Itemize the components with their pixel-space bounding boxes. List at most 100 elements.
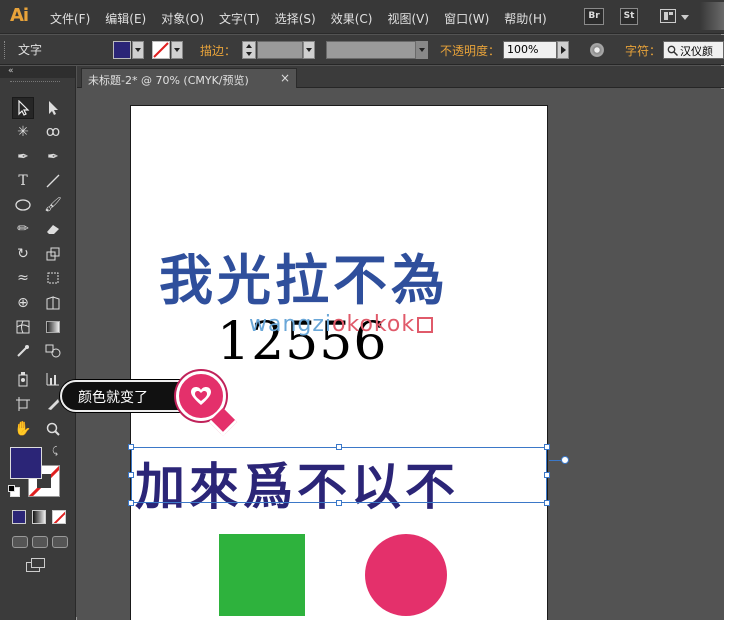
brush-definition-dropdown[interactable] — [416, 41, 428, 59]
stroke-label: 描边： — [200, 44, 237, 58]
mode-label: 文字 — [18, 43, 43, 57]
document-tab[interactable]: 未标题-2* @ 70% (CMYK/预览) × — [81, 68, 297, 88]
pen-tool-icon[interactable]: ✒ — [12, 146, 34, 168]
purple-text-object[interactable]: 加來爲不以不 — [128, 444, 550, 516]
grip-icon — [4, 41, 7, 59]
stroke-stepper[interactable] — [242, 41, 256, 59]
default-colors-icon[interactable] — [8, 485, 20, 497]
swap-colors-icon[interactable]: ⤹ — [52, 446, 58, 457]
opacity-arrow[interactable] — [557, 41, 569, 59]
gradient-mode-button[interactable] — [32, 510, 46, 524]
eyedropper-tool-icon[interactable] — [12, 340, 34, 362]
menu-object[interactable]: 对象(O) — [161, 10, 204, 27]
pencil-tool-icon[interactable]: ✏ — [12, 218, 34, 240]
screen-mode-icon[interactable] — [26, 558, 46, 572]
fill-swatch[interactable] — [113, 41, 131, 59]
stock-button[interactable]: St — [620, 8, 638, 25]
blend-tool-icon[interactable] — [42, 340, 64, 362]
tools-panel-header[interactable]: « — [0, 66, 75, 78]
stroke-weight-field[interactable] — [257, 41, 303, 59]
text-out-port-handle[interactable] — [561, 456, 569, 464]
character-label: 字符： — [625, 44, 662, 58]
resize-handle-t[interactable] — [336, 444, 342, 450]
chevron-down-icon[interactable] — [681, 15, 689, 20]
app-logo: Ai — [10, 5, 29, 26]
window-controls — [700, 2, 724, 30]
selection-tool-icon[interactable] — [12, 97, 34, 119]
line-tool-icon[interactable] — [42, 170, 64, 192]
tools-panel: « ✳ ꝏ ✒ ✒ T 🖌 ✏ ↻ ≈ ⊕ ✋ ⤹ — [0, 66, 76, 620]
control-bar: 文字 描边： 不透明度： 100% 字符： 汉仪颜 — [0, 35, 724, 65]
type-tool-icon[interactable]: T — [12, 170, 34, 192]
text-out-port-line — [549, 460, 561, 461]
scale-tool-icon[interactable] — [42, 243, 64, 265]
workspace-layout-icon[interactable] — [660, 9, 676, 23]
menu-effect[interactable]: 效果(C) — [331, 10, 373, 27]
magic-wand-tool-icon[interactable]: ✳ — [12, 121, 34, 143]
watermark-part-2: okokok — [332, 312, 416, 337]
fill-color-swatch-front[interactable] — [10, 447, 42, 479]
menu-window[interactable]: 窗口(W) — [444, 10, 489, 27]
menu-bar: Ai 文件(F) 编辑(E) 对象(O) 文字(T) 选择(S) 效果(C) 视… — [0, 0, 724, 34]
resize-handle-br[interactable] — [544, 500, 550, 506]
menu-select[interactable]: 选择(S) — [275, 10, 316, 27]
gradient-tool-icon[interactable] — [42, 316, 64, 338]
mesh-tool-icon[interactable] — [12, 316, 34, 338]
resize-handle-b[interactable] — [336, 500, 342, 506]
opacity-input[interactable]: 100% — [503, 41, 557, 59]
zoom-tool-icon[interactable] — [42, 418, 64, 440]
hand-tool-icon[interactable]: ✋ — [12, 418, 34, 440]
lasso-tool-icon[interactable]: ꝏ — [42, 121, 64, 143]
callout-text: 颜色就变了 — [78, 390, 148, 406]
menu-edit[interactable]: 编辑(E) — [105, 10, 146, 27]
symbol-sprayer-tool-icon[interactable] — [12, 368, 34, 390]
menu-help[interactable]: 帮助(H) — [504, 10, 546, 27]
none-mode-button[interactable] — [52, 510, 66, 524]
draw-inside-icon[interactable] — [52, 536, 68, 548]
rotate-tool-icon[interactable]: ↻ — [12, 243, 34, 265]
green-rectangle[interactable] — [219, 534, 305, 616]
blue-text-object[interactable]: 我光拉不為 — [159, 236, 449, 315]
selection-bounding-box — [131, 447, 547, 503]
resize-handle-tl[interactable] — [128, 444, 134, 450]
resize-handle-l[interactable] — [128, 472, 134, 478]
direct-selection-tool-icon[interactable] — [42, 97, 64, 119]
collapse-icon[interactable]: « — [8, 66, 14, 76]
recolor-icon[interactable] — [590, 43, 604, 57]
stroke-weight-dropdown[interactable] — [303, 41, 315, 59]
perspective-grid-tool-icon[interactable] — [42, 292, 64, 314]
draw-behind-icon[interactable] — [32, 536, 48, 548]
stroke-swatch[interactable] — [152, 41, 170, 59]
menu-type[interactable]: 文字(T) — [219, 10, 260, 27]
free-transform-tool-icon[interactable] — [42, 267, 64, 289]
heart-badge — [176, 371, 238, 437]
paintbrush-tool-icon[interactable]: 🖌 — [42, 194, 64, 216]
draw-normal-icon[interactable] — [12, 536, 28, 548]
curvature-tool-icon[interactable]: ✒ — [42, 146, 64, 168]
fill-dropdown[interactable] — [132, 41, 144, 59]
color-mode-button[interactable] — [12, 510, 26, 524]
resize-handle-bl[interactable] — [128, 500, 134, 506]
document-tab-strip: 未标题-2* @ 70% (CMYK/预览) × — [77, 66, 724, 88]
brush-definition-field[interactable] — [326, 41, 416, 59]
eraser-tool-icon[interactable] — [42, 218, 64, 240]
close-icon[interactable]: × — [280, 71, 290, 85]
menu-view[interactable]: 视图(V) — [387, 10, 429, 27]
stroke-dropdown[interactable] — [171, 41, 183, 59]
watermark-logo-icon — [417, 317, 434, 333]
artboard[interactable]: 我光拉不為 12556 wangziokokok 加來爲不以不 — [128, 105, 550, 620]
shape-builder-tool-icon[interactable]: ⊕ — [12, 292, 34, 314]
illustrator-window: Ai 文件(F) 编辑(E) 对象(O) 文字(T) 选择(S) 效果(C) 视… — [0, 0, 724, 620]
menu-list: 文件(F) 编辑(E) 对象(O) 文字(T) 选择(S) 效果(C) 视图(V… — [50, 10, 562, 27]
graph-tool-icon[interactable] — [42, 368, 64, 390]
width-tool-icon[interactable]: ≈ — [12, 267, 34, 289]
resize-handle-r[interactable] — [544, 472, 550, 478]
menu-file[interactable]: 文件(F) — [50, 10, 90, 27]
artboard-tool-icon[interactable] — [12, 393, 34, 415]
bridge-button[interactable]: Br — [584, 8, 604, 25]
heart-icon — [191, 387, 211, 405]
resize-handle-tr[interactable] — [544, 444, 550, 450]
pink-circle[interactable] — [365, 534, 447, 616]
ellipse-tool-icon[interactable] — [12, 194, 34, 216]
canvas-area[interactable]: 我光拉不為 12556 wangziokokok 加來爲不以不 — [77, 89, 724, 620]
